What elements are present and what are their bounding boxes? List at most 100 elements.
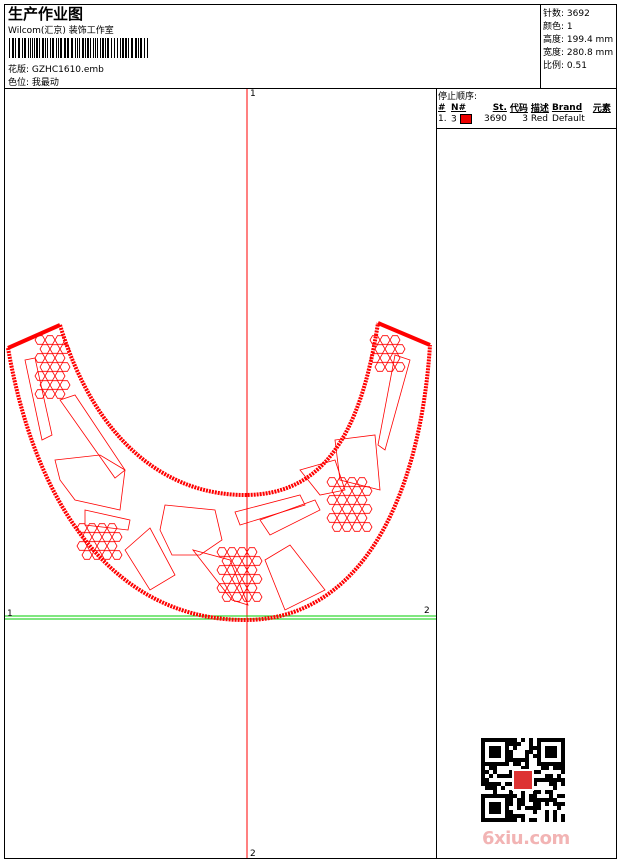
qr-module (537, 738, 541, 742)
qr-module (505, 742, 509, 746)
qr-module (489, 774, 493, 778)
qr-module (489, 762, 493, 766)
qr-module (501, 818, 505, 822)
table-row[interactable]: 1. 3 3690 3 Red Default (438, 114, 614, 125)
qr-module (545, 818, 549, 822)
qr-module (553, 746, 557, 750)
qr-module (481, 742, 485, 746)
qr-module (549, 774, 553, 778)
qr-module (541, 798, 545, 802)
qr-module (549, 750, 553, 754)
qr-module (489, 818, 493, 822)
hexagon-fill-clusters (34, 335, 406, 602)
qr-module (545, 746, 549, 750)
qr-module (533, 818, 537, 822)
qr-module (517, 742, 521, 746)
stat-value: 1 (566, 22, 573, 32)
hexagon-motif (394, 362, 406, 372)
hexagon-motif (356, 477, 368, 487)
qr-module (481, 746, 485, 750)
row-index: 1. (438, 114, 447, 125)
qr-module (561, 750, 565, 754)
qr-module (553, 802, 557, 806)
production-worksheet: 生产作业图 Wilcom(汇京) 装饰工作室 花版: GZHC1610.emb … (0, 0, 620, 860)
qr-module (533, 746, 537, 750)
qr-module (553, 814, 557, 818)
hexagon-motif (361, 504, 373, 514)
qr-module (497, 818, 501, 822)
qr-module (481, 818, 485, 822)
qr-module (549, 762, 553, 766)
qr-module (481, 782, 485, 786)
hexagon-motif (336, 495, 348, 505)
qr-module (509, 810, 513, 814)
hexagon-motif (331, 504, 343, 514)
color-swatch (459, 114, 472, 124)
qr-module (493, 802, 497, 806)
stat-label: 高度: (543, 35, 565, 45)
qr-module (549, 798, 553, 802)
hexagon-motif (91, 532, 103, 542)
qr-module (505, 794, 509, 798)
qr-module (493, 786, 497, 790)
qr-module (481, 774, 485, 778)
hexagon-motif (111, 550, 123, 560)
hexagon-motif (361, 486, 373, 496)
col-needle: N# (451, 102, 467, 113)
qr-module (549, 794, 553, 798)
qr-module (557, 762, 561, 766)
qr-module (521, 738, 525, 742)
qr-module (509, 750, 513, 754)
qr-module (481, 738, 485, 742)
qr-module (509, 754, 513, 758)
hexagon-motif (216, 565, 228, 575)
qr-module (509, 818, 513, 822)
qr-module (481, 766, 485, 770)
qr-module (497, 774, 501, 778)
qr-module (481, 770, 485, 774)
hexagon-motif (96, 523, 108, 533)
hexagon-motif (76, 523, 88, 533)
qr-module (545, 750, 549, 754)
qr-module (529, 746, 533, 750)
qr-module (493, 818, 497, 822)
qr-module (525, 806, 529, 810)
hexagon-motif (39, 362, 51, 372)
qr-module (549, 746, 553, 750)
axis-marker-right: 2 (424, 606, 430, 616)
qr-module (529, 798, 533, 802)
hexagon-motif (44, 335, 56, 345)
qr-module (537, 798, 541, 802)
hexagon-motif (326, 477, 338, 487)
qr-module (541, 778, 545, 782)
qr-module (505, 798, 509, 802)
qr-module (501, 794, 505, 798)
qr-module (553, 762, 557, 766)
hexagon-motif (384, 344, 396, 354)
qr-module (553, 750, 557, 754)
qr-module (489, 746, 493, 750)
qr-module (537, 742, 541, 746)
hexagon-motif (326, 513, 338, 523)
qr-module (481, 806, 485, 810)
qr-module (489, 810, 493, 814)
hexagon-motif (361, 522, 373, 532)
qr-module (517, 798, 521, 802)
qr-module (509, 802, 513, 806)
stat-label: 颜色: (543, 22, 565, 32)
qr-module (497, 794, 501, 798)
qr-module (557, 766, 561, 770)
hexagon-motif (81, 550, 93, 560)
qr-module (493, 782, 497, 786)
hexagon-motif (49, 380, 61, 390)
hexagon-motif (54, 353, 66, 363)
qr-module (545, 754, 549, 758)
qr-module (537, 806, 541, 810)
qr-module (529, 794, 533, 798)
qr-module (501, 786, 505, 790)
stat-label: 比例: (543, 61, 565, 71)
qr-module (545, 738, 549, 742)
qr-module (545, 814, 549, 818)
qr-module (493, 762, 497, 766)
qr-module (485, 794, 489, 798)
